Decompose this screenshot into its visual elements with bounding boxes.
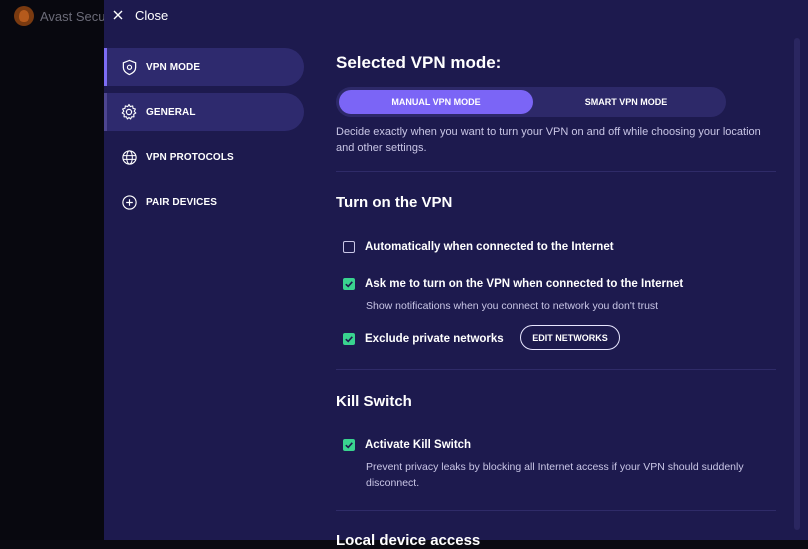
option-label: Ask me to turn on the VPN when connected… (365, 278, 684, 290)
edit-networks-button[interactable]: EDIT NETWORKS (520, 325, 620, 350)
page-title: Selected VPN mode: (336, 53, 502, 72)
option-description: Show notifications when you connect to n… (366, 300, 659, 312)
hover-marker (104, 93, 107, 131)
option-label: Automatically when connected to the Inte… (365, 241, 614, 253)
local-device-access-heading: Local device access (336, 532, 481, 549)
divider (336, 369, 776, 370)
scrollbar[interactable] (794, 38, 800, 530)
divider (336, 510, 776, 511)
exclude-private-networks-checkbox[interactable] (343, 333, 355, 345)
kill-switch-option: Activate Kill Switch (343, 436, 471, 454)
divider (336, 171, 776, 172)
background-app-window (0, 0, 104, 540)
option-label: Exclude private networks (365, 333, 504, 345)
checkmark-icon (345, 281, 353, 288)
turn-on-vpn-heading: Turn on the VPN (336, 194, 453, 211)
gear-icon (120, 103, 138, 121)
background-app-title-text: Avast Secu (40, 8, 106, 24)
close-button[interactable]: Close (112, 6, 168, 24)
option-label: Activate Kill Switch (365, 439, 472, 451)
auto-connect-option: Automatically when connected to the Inte… (343, 238, 614, 256)
option-description: Prevent privacy leaks by blocking all In… (366, 461, 744, 489)
sidebar-item-pair-devices[interactable]: PAIR DEVICES (104, 183, 304, 221)
avast-logo-icon (14, 6, 34, 26)
ask-to-turn-on-checkbox[interactable] (343, 278, 355, 290)
ask-to-turn-on-option: Ask me to turn on the VPN when connected… (343, 275, 683, 293)
kill-switch-checkbox[interactable] (343, 439, 355, 451)
checkmark-icon (345, 442, 353, 449)
mode-description: Decide exactly when you want to turn you… (336, 126, 761, 154)
shield-gear-icon (120, 58, 138, 76)
vpn-mode-selector: MANUAL VPN MODE SMART VPN MODE (336, 87, 726, 117)
close-label: Close (135, 7, 169, 23)
close-icon (112, 9, 124, 21)
sidebar-item-vpn-mode[interactable]: VPN MODE (104, 48, 304, 86)
kill-switch-heading: Kill Switch (336, 393, 412, 410)
settings-header (104, 0, 808, 30)
sidebar-item-label: GENERAL (146, 106, 196, 118)
background-app-title: Avast Secu (14, 6, 106, 26)
checkmark-icon (345, 336, 353, 343)
active-marker (104, 48, 107, 86)
auto-connect-checkbox[interactable] (343, 241, 355, 253)
sidebar-item-label: PAIR DEVICES (146, 196, 218, 208)
plus-circle-icon (120, 193, 138, 211)
smart-vpn-mode-button[interactable]: SMART VPN MODE (529, 90, 723, 114)
globe-icon (120, 148, 138, 166)
sidebar-item-label: VPN MODE (146, 61, 201, 73)
sidebar-item-label: VPN PROTOCOLS (146, 151, 234, 163)
sidebar-item-vpn-protocols[interactable]: VPN PROTOCOLS (104, 138, 304, 176)
manual-vpn-mode-button[interactable]: MANUAL VPN MODE (339, 90, 533, 114)
sidebar-item-general[interactable]: GENERAL (104, 93, 304, 131)
exclude-private-networks-option: Exclude private networks (343, 330, 504, 348)
